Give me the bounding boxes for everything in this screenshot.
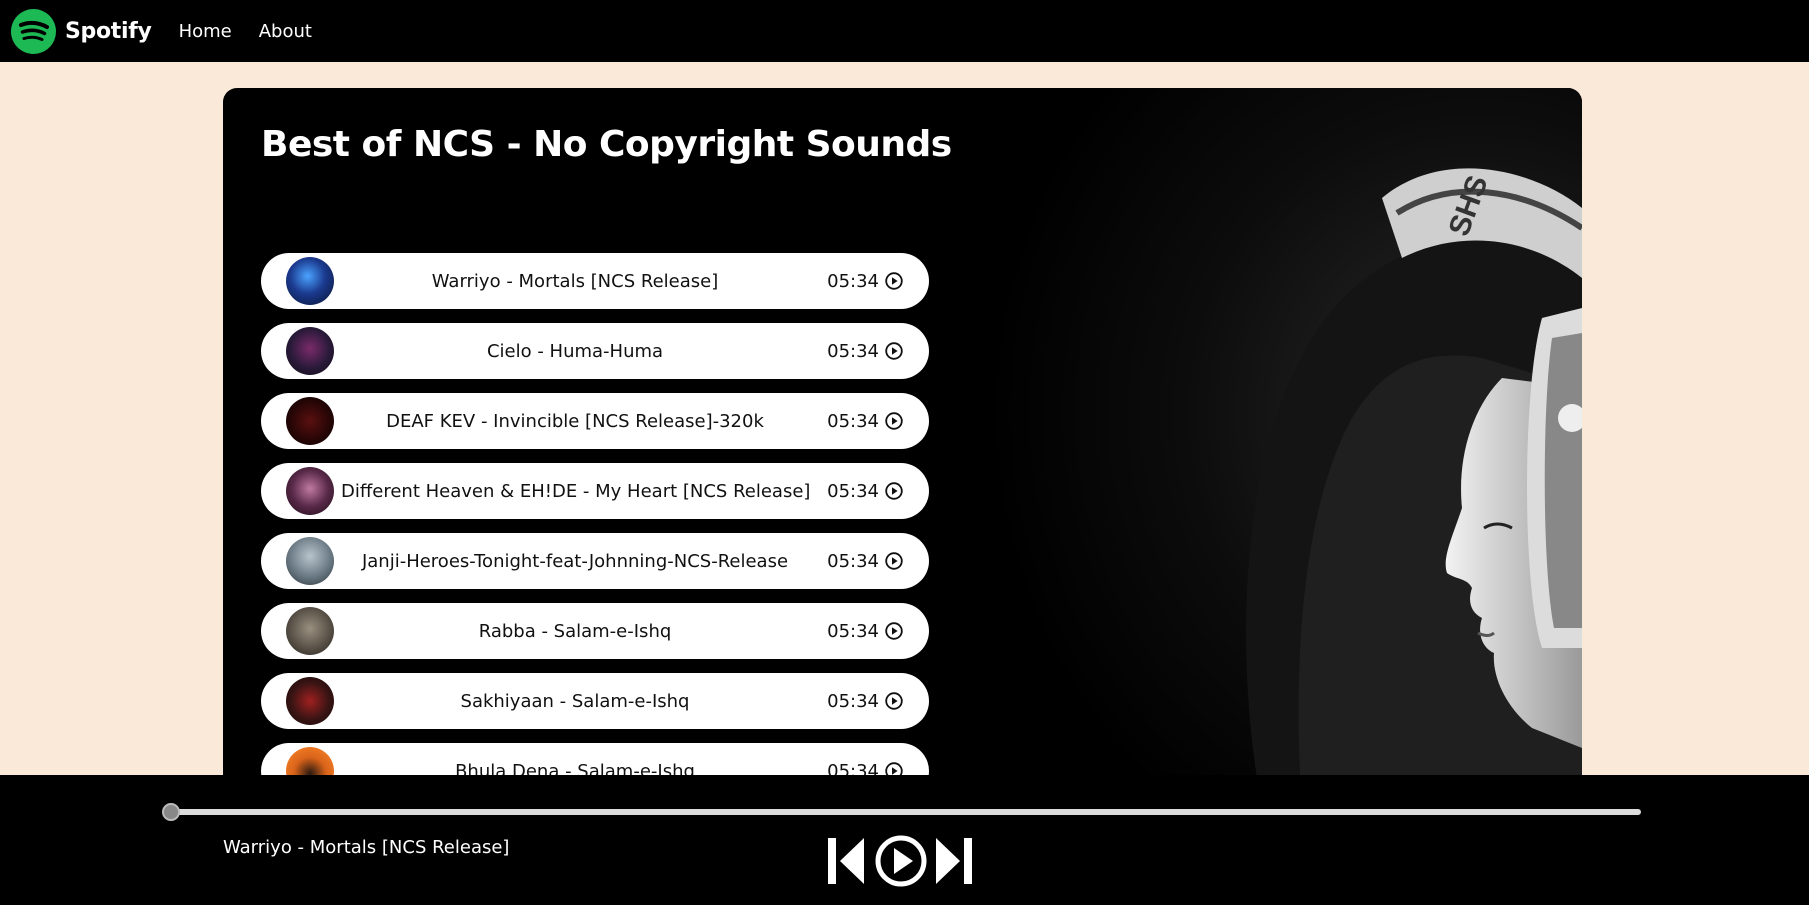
song-cover [286, 397, 334, 445]
song-item[interactable]: Warriyo - Mortals [NCS Release] 05:34 [261, 253, 929, 309]
player-controls [826, 834, 974, 888]
song-timestamp[interactable]: 05:34 [827, 341, 903, 362]
song-item[interactable]: Sakhiyaan - Salam-e-Ishq 05:34 [261, 673, 929, 729]
play-circle-icon[interactable] [885, 342, 903, 360]
play-circle-icon[interactable] [885, 272, 903, 290]
song-timestamp[interactable]: 05:34 [827, 621, 903, 642]
play-circle-icon[interactable] [874, 834, 928, 888]
song-item[interactable]: DEAF KEV - Invincible [NCS Release]-320k… [261, 393, 929, 449]
song-item[interactable]: Rabba - Salam-e-Ishq 05:34 [261, 603, 929, 659]
nav-link-about[interactable]: About [259, 21, 312, 42]
song-duration: 05:34 [827, 480, 879, 502]
song-timestamp[interactable]: 05:34 [827, 481, 903, 502]
play-circle-icon[interactable] [885, 482, 903, 500]
brand[interactable]: Spotify [11, 8, 152, 54]
song-duration: 05:34 [827, 410, 879, 432]
song-timestamp[interactable]: 05:34 [827, 551, 903, 572]
song-timestamp[interactable]: 05:34 [827, 691, 903, 712]
song-cover [286, 537, 334, 585]
song-cover [286, 257, 334, 305]
song-timestamp[interactable]: 05:34 [827, 271, 903, 292]
hero-image: SHS [882, 88, 1582, 808]
song-name: Different Heaven & EH!DE - My Heart [NCS… [341, 480, 811, 502]
song-list: Warriyo - Mortals [NCS Release] 05:34 Ci… [261, 253, 929, 808]
progress-thumb[interactable] [162, 803, 180, 821]
previous-icon[interactable] [826, 836, 866, 886]
player-bar: Warriyo - Mortals [NCS Release] [0, 775, 1809, 905]
playlist-title: Best of NCS - No Copyright Sounds [261, 124, 952, 165]
song-item[interactable]: Janji-Heroes-Tonight-feat-Johnning-NCS-R… [261, 533, 929, 589]
song-duration: 05:34 [827, 550, 879, 572]
song-name: Rabba - Salam-e-Ishq [478, 620, 672, 642]
song-duration: 05:34 [827, 340, 879, 362]
now-playing-title: Warriyo - Mortals [NCS Release] [223, 837, 510, 858]
song-cover [286, 677, 334, 725]
progress-bar[interactable] [162, 803, 1641, 821]
song-name: DEAF KEV - Invincible [NCS Release]-320k [386, 410, 764, 432]
spotify-logo-icon [11, 8, 56, 54]
song-cover [286, 607, 334, 655]
next-icon[interactable] [934, 836, 974, 886]
playlist-container: SHS Best of NCS - No Copyright Sounds Wa… [223, 88, 1582, 808]
song-name: Janji-Heroes-Tonight-feat-Johnning-NCS-R… [361, 550, 789, 572]
play-circle-icon[interactable] [885, 552, 903, 570]
nav-link-home[interactable]: Home [179, 21, 232, 42]
brand-name: Spotify [65, 18, 152, 44]
song-item[interactable]: Cielo - Huma-Huma 05:34 [261, 323, 929, 379]
song-timestamp[interactable]: 05:34 [827, 411, 903, 432]
song-cover [286, 327, 334, 375]
song-item[interactable]: Different Heaven & EH!DE - My Heart [NCS… [261, 463, 929, 519]
song-cover [286, 467, 334, 515]
song-duration: 05:34 [827, 690, 879, 712]
song-duration: 05:34 [827, 620, 879, 642]
play-circle-icon[interactable] [885, 692, 903, 710]
navbar: Spotify Home About [0, 0, 1809, 62]
play-circle-icon[interactable] [885, 622, 903, 640]
play-circle-icon[interactable] [885, 412, 903, 430]
song-name: Warriyo - Mortals [NCS Release] [431, 270, 719, 292]
song-name: Cielo - Huma-Huma [486, 340, 664, 362]
song-name: Sakhiyaan - Salam-e-Ishq [460, 690, 690, 712]
song-duration: 05:34 [827, 270, 879, 292]
